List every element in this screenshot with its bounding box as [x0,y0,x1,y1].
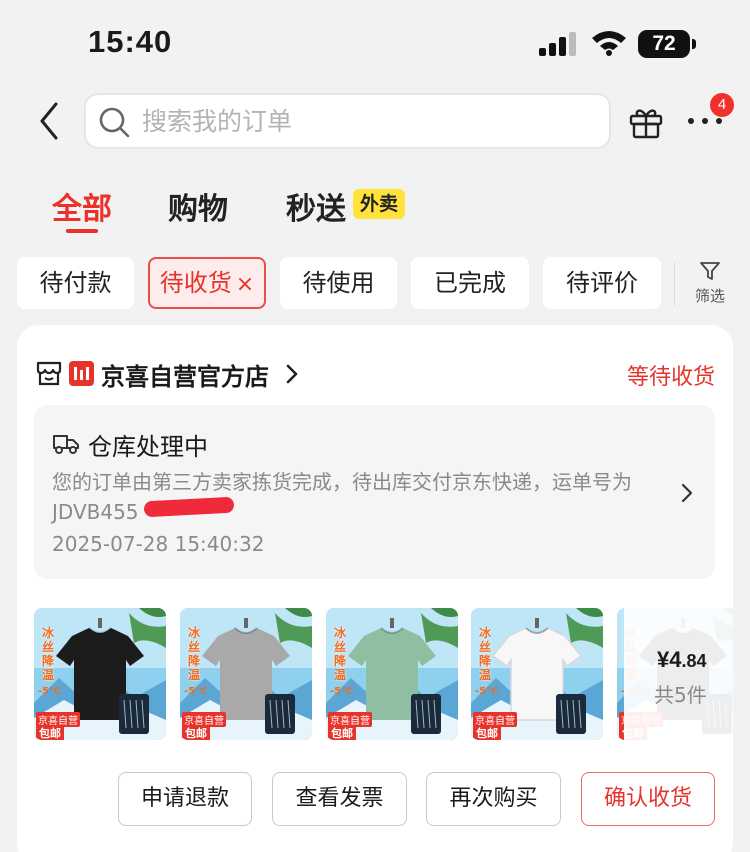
logistics-timestamp: 2025-07-28 15:40:32 [52,532,265,556]
battery-cap [692,39,696,49]
filter-button[interactable]: 筛选 [684,258,736,308]
filter-chip-to-review[interactable]: 待评价 [543,257,661,309]
filter-chip-pending-payment[interactable]: 待付款 [17,257,134,309]
search-icon [99,107,130,138]
filter-chip-pending-receipt[interactable]: 待收货 × [148,257,266,309]
promo-badge-text: 冰丝降温 [188,626,201,682]
filter-chip-to-use[interactable]: 待使用 [280,257,397,309]
request-refund-button[interactable]: 申请退款 [118,772,252,826]
delivery-truck-icon [53,435,79,454]
clear-filter-icon[interactable]: × [236,272,254,297]
temperature-label: -5°C [475,686,499,697]
status-bar: 15:40 72 [0,0,750,88]
product-thumbnail[interactable]: 冰丝降温-5°C京喜自营包邮 [471,608,603,740]
wifi-icon [592,31,626,56]
chevron-right-icon [681,483,693,503]
currency-symbol: ¥ [657,647,670,672]
status-time: 15:40 [88,24,173,59]
promo-badge-text: 冰丝降温 [334,626,347,682]
search-input[interactable] [142,95,592,147]
notification-badge: 4 [710,93,734,117]
battery-indicator: 72 [638,30,696,58]
item-count: 共5件 [654,683,707,707]
product-thumbnail[interactable]: 冰丝降温-5°C京喜自营包邮 [326,608,458,740]
chevron-right-icon[interactable] [285,363,299,385]
shop-name-link[interactable]: 京喜自营官方店 [101,357,269,392]
filter-divider [674,262,675,306]
order-status-label: 等待收货 [626,365,715,390]
filter-chip-completed[interactable]: 已完成 [411,257,529,309]
gift-icon[interactable] [628,103,664,139]
price-integer: 4 [669,647,682,672]
shop-logo [69,361,94,386]
tab-all[interactable]: 全部 [52,184,112,228]
price-overlay [624,608,733,741]
battery-level: 72 [638,30,690,58]
filter-label: 筛选 [694,287,725,305]
logistics-panel[interactable]: 仓库处理中 您的订单由第三方卖家拣货完成，待出库交付京东快递，运单号为JDVB4… [34,405,715,579]
temperature-label: -5°C [184,686,208,697]
logistics-description: 您的订单由第三方卖家拣货完成，待出库交付京东快递，运单号为JDVB455 [52,470,632,524]
active-tab-indicator [66,229,98,233]
logistics-status-title: 仓库处理中 [88,433,208,461]
shop-logo-icon [74,367,89,380]
cellular-signal-icon [539,32,576,56]
promo-badge-text: 冰丝降温 [42,626,55,682]
funnel-icon [700,262,720,280]
tab-express-delivery[interactable]: 秒送 [286,184,346,228]
back-arrow-icon[interactable] [36,101,62,141]
product-thumbnails[interactable]: 冰丝降温 -5°C 京喜自营 包邮 冰丝降温 -5°C 京喜自营 包邮 冰丝降温 -5°C 京喜… [34,608,733,741]
order-total-price: ¥4.84 [657,647,707,673]
tab-shopping[interactable]: 购物 [168,184,228,228]
takeout-tag: 外卖 [353,189,405,219]
temperature-label: -5°C [38,686,62,697]
product-thumbnail[interactable]: 冰丝降温-5°C京喜自营包邮 [34,608,166,740]
store-icon[interactable] [35,359,63,387]
order-card: 京喜自营官方店 等待收货 仓库处理中 您的订单由第三方卖家拣货完成，待出库交付京… [17,325,733,852]
filter-chip-label: 待收货 [159,269,232,297]
temperature-label: -5°C [330,686,354,697]
free-shipping-tag: 包邮 [328,725,356,740]
confirm-receipt-button[interactable]: 确认收货 [581,772,715,826]
product-thumbnail[interactable]: 冰丝降温-5°C京喜自营包邮 [180,608,312,740]
free-shipping-tag: 包邮 [36,725,64,740]
buy-again-button[interactable]: 再次购买 [426,772,561,826]
free-shipping-tag: 包邮 [473,725,501,740]
free-shipping-tag: 包邮 [182,725,210,740]
view-invoice-button[interactable]: 查看发票 [272,772,407,826]
price-decimal: .84 [681,651,707,671]
promo-badge-text: 冰丝降温 [479,626,492,682]
search-bar[interactable] [84,93,611,149]
